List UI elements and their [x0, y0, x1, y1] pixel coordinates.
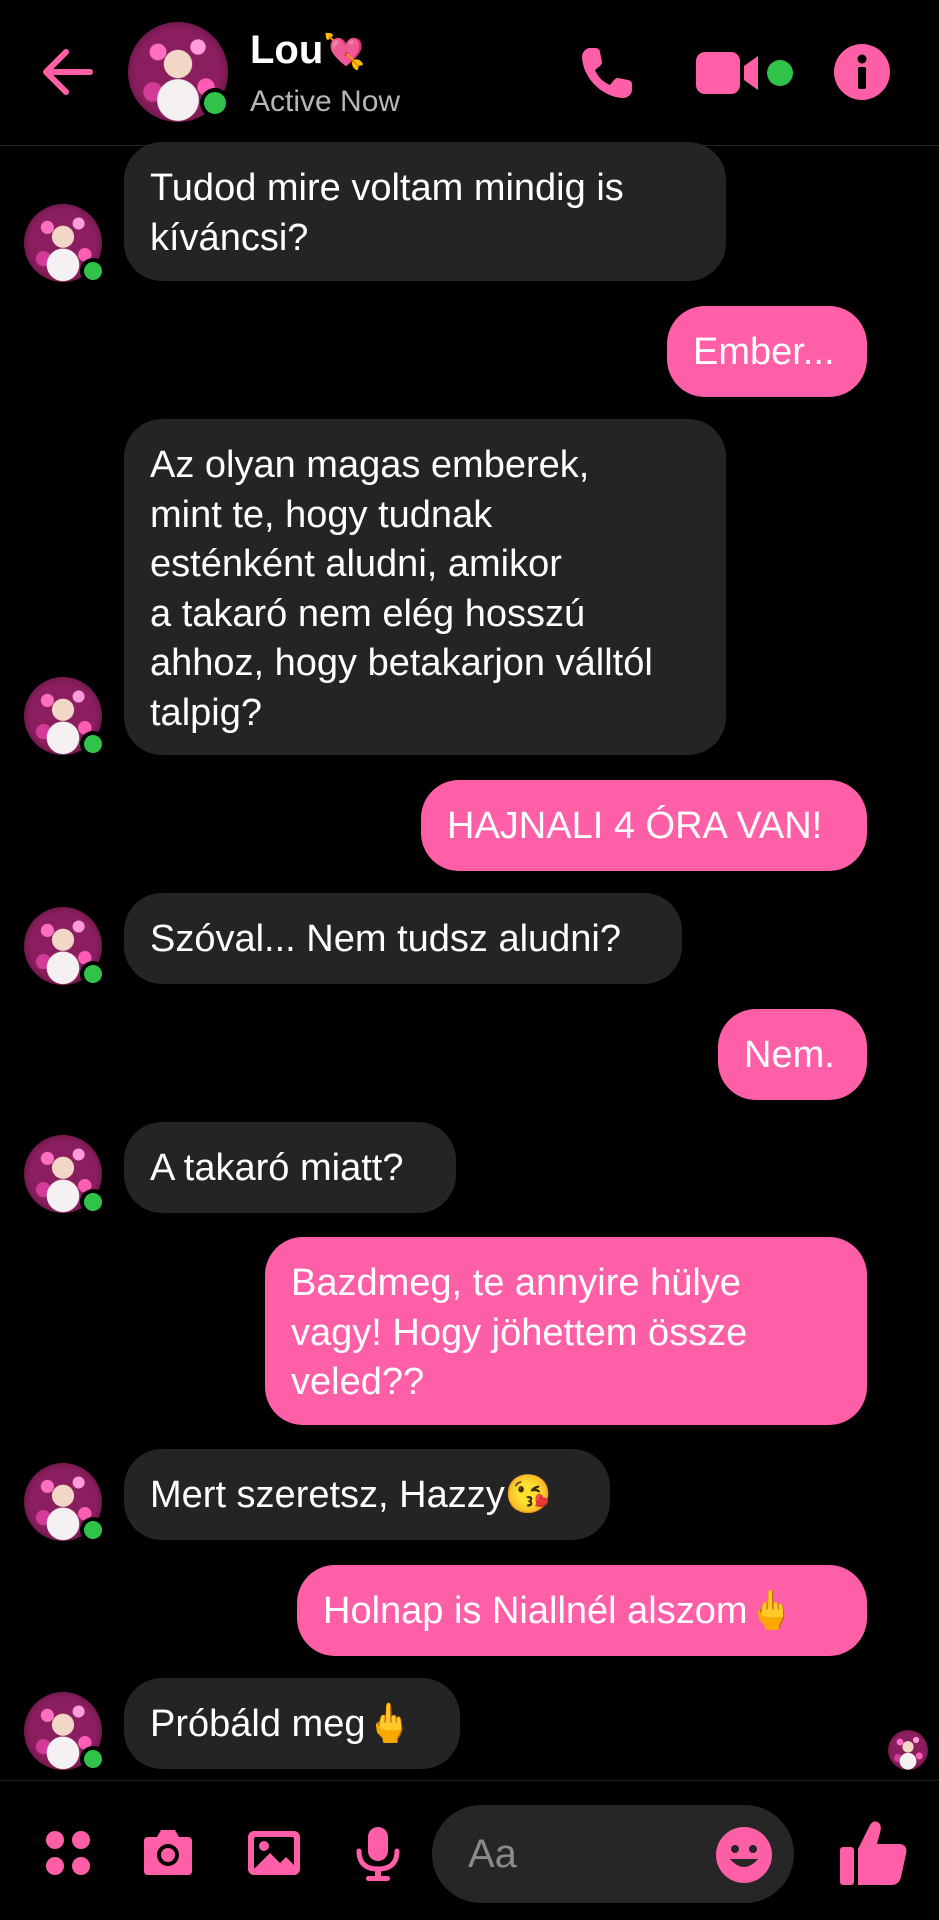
- thumbs-up-icon[interactable]: [838, 1817, 910, 1889]
- outgoing-message[interactable]: Ember...: [667, 306, 867, 397]
- conversation-header: Lou💘 Active Now: [0, 0, 939, 146]
- message-thread[interactable]: Tudod mire voltam mindig is kíváncsi? Em…: [0, 142, 939, 1777]
- contact-name[interactable]: Lou💘: [250, 26, 366, 76]
- online-indicator: [80, 1746, 106, 1772]
- outgoing-message[interactable]: Nem.: [718, 1009, 867, 1100]
- sender-avatar[interactable]: [24, 1463, 106, 1543]
- contact-avatar[interactable]: [128, 22, 230, 122]
- online-indicator: [200, 88, 230, 118]
- message-input[interactable]: [468, 1829, 708, 1879]
- message-input-wrapper[interactable]: [432, 1805, 794, 1903]
- sender-avatar[interactable]: [24, 677, 106, 757]
- camera-icon[interactable]: [138, 1823, 198, 1883]
- avatar-image: [888, 1730, 928, 1770]
- apps-icon[interactable]: [38, 1823, 98, 1883]
- online-indicator: [80, 731, 106, 757]
- microphone-icon[interactable]: [348, 1823, 408, 1883]
- image-icon[interactable]: [244, 1823, 304, 1883]
- video-camera-icon[interactable]: [694, 44, 798, 102]
- seen-receipt-avatar: [888, 1730, 928, 1770]
- incoming-message[interactable]: Tudod mire voltam mindig is kíváncsi?: [124, 142, 726, 281]
- outgoing-message[interactable]: Bazdmeg, te annyire hülye vagy! Hogy jöh…: [265, 1237, 867, 1425]
- sender-avatar[interactable]: [24, 204, 106, 284]
- incoming-message[interactable]: A takaró miatt?: [124, 1122, 456, 1213]
- emoji-icon[interactable]: [714, 1825, 774, 1885]
- online-indicator: [80, 1517, 106, 1543]
- online-indicator: [80, 961, 106, 987]
- phone-icon[interactable]: [574, 40, 640, 106]
- sender-avatar[interactable]: [24, 1692, 106, 1772]
- incoming-message[interactable]: Szóval... Nem tudsz aludni?: [124, 893, 682, 984]
- back-arrow-icon[interactable]: [36, 40, 100, 104]
- active-status: Active Now: [250, 85, 401, 118]
- incoming-message[interactable]: Az olyan magas emberek, mint te, hogy tu…: [124, 419, 726, 755]
- contact-name-text: Lou: [250, 28, 324, 72]
- incoming-message[interactable]: Mert szeretsz, Hazzy😘: [124, 1449, 610, 1540]
- online-indicator: [80, 1189, 106, 1215]
- outgoing-message[interactable]: HAJNALI 4 ÓRA VAN!: [421, 780, 867, 871]
- online-indicator: [80, 258, 106, 284]
- outgoing-message[interactable]: Holnap is Niallnél alszom🖕: [297, 1565, 867, 1656]
- sender-avatar[interactable]: [24, 907, 106, 987]
- message-composer: [0, 1780, 939, 1920]
- incoming-message[interactable]: Próbáld meg🖕: [124, 1678, 460, 1769]
- heart-arrow-emoji: 💘: [323, 33, 366, 71]
- sender-avatar[interactable]: [24, 1135, 106, 1215]
- info-icon[interactable]: [830, 40, 894, 104]
